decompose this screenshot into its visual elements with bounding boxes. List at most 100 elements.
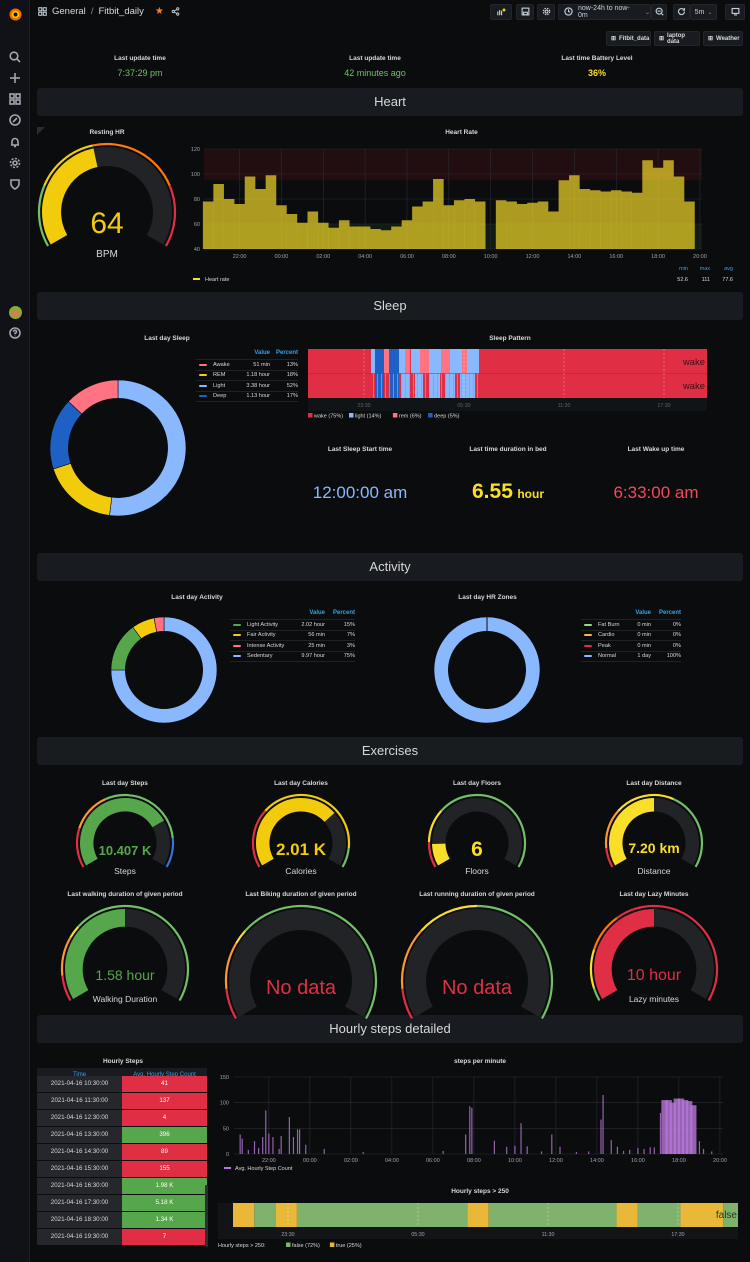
legend-header-percent[interactable]: Percent	[651, 610, 681, 616]
dashboard-settings-button[interactable]	[537, 4, 555, 20]
star-icon[interactable]: ★	[155, 6, 164, 17]
legend-swatch[interactable]	[392, 413, 398, 418]
donut-slice-deep[interactable]	[49, 401, 83, 470]
dashboard-link-laptop-data[interactable]: ⊞ laptop data	[654, 31, 700, 46]
add-panel-button[interactable]	[490, 4, 512, 20]
panel-title-resting-hr: Resting HR	[89, 129, 125, 136]
dashboard-link-fitbit-data[interactable]: ⊞ Fitbit_data	[606, 31, 651, 46]
help-icon[interactable]	[7, 325, 23, 341]
legend-swatch[interactable]	[349, 413, 354, 418]
legend-row[interactable]: Normal 1 day 100%	[581, 652, 681, 662]
table-row[interactable]: 2021-04-16 12:30:00 4	[37, 1110, 207, 1127]
table-row[interactable]: 2021-04-16 18:30:00 1.34 K	[37, 1212, 207, 1229]
legend-row[interactable]: Intense Activity 25 min 3%	[230, 641, 355, 652]
legend-header-percent[interactable]: Percent	[270, 350, 298, 356]
row-header-activity[interactable]: Activity	[37, 553, 743, 581]
legend-header-percent[interactable]: Percent	[325, 610, 355, 616]
table-row[interactable]: 2021-04-16 19:30:00 7	[37, 1229, 207, 1246]
steps-bar	[362, 1151, 364, 1154]
table-row[interactable]: 2021-04-16 10:30:00 41	[37, 1076, 207, 1093]
bell-icon[interactable]	[7, 134, 23, 150]
state-segment-false[interactable]	[637, 1203, 681, 1227]
tv-mode-button[interactable]	[725, 4, 745, 20]
row-header-exercises[interactable]: Exercises	[37, 737, 743, 765]
dashboard-link-weather[interactable]: ⊞ Weather	[703, 31, 743, 46]
legend-swatch[interactable]	[428, 413, 433, 418]
legend-row[interactable]: Awake 51 min 13%	[196, 360, 298, 371]
legend-row[interactable]: Fair Activity 56 min 7%	[230, 631, 355, 641]
gear-icon[interactable]	[7, 155, 23, 171]
heart-rate-area-segment	[433, 179, 444, 249]
grafana-logo-icon[interactable]	[6, 5, 24, 23]
breadcrumb-dashboard[interactable]: Fitbit_daily	[98, 6, 143, 17]
legend-swatch	[584, 644, 592, 647]
legend-row[interactable]: Peak 0 min 0%	[581, 641, 681, 652]
zoom-out-button[interactable]	[651, 4, 667, 20]
state-segment-true[interactable]	[467, 1203, 489, 1227]
sleep-pattern-state-timeline[interactable]: 23:3005:3011:3017:30wakewakewake (75%)li…	[305, 348, 710, 423]
compass-icon[interactable]	[7, 112, 23, 128]
time-range-picker[interactable]: now-24h to now-0m ⌄	[558, 4, 651, 20]
legend-row[interactable]: Light Activity 2.02 hour 15%	[230, 620, 355, 631]
search-icon[interactable]	[7, 49, 23, 65]
legend-label: wake (75%)	[313, 414, 343, 420]
table-row[interactable]: 2021-04-16 15:30:00 155	[37, 1161, 207, 1178]
steps-bar	[262, 1137, 264, 1154]
save-dashboard-button[interactable]	[516, 4, 534, 20]
steps-bar	[610, 1140, 612, 1154]
legend-row[interactable]: Fat Burn 0 min 0%	[581, 620, 681, 631]
breadcrumb-folder[interactable]: General	[52, 6, 86, 17]
legend-swatch[interactable]	[329, 1242, 335, 1248]
donut-slice-rem[interactable]	[52, 462, 113, 516]
refresh-button[interactable]	[673, 4, 690, 20]
legend-percent: 7%	[346, 632, 355, 639]
legend-row[interactable]: Light 3.38 hour 52%	[196, 381, 298, 392]
heart-rate-area-segment	[370, 229, 381, 249]
legend-row[interactable]: Cardio 0 min 0%	[581, 631, 681, 641]
heart-rate-area-segment	[412, 206, 423, 249]
table-row[interactable]: 2021-04-16 17:30:00 5.18 K	[37, 1195, 207, 1212]
state-segment	[441, 349, 450, 374]
table-row[interactable]: 2021-04-16 14:30:00 89	[37, 1144, 207, 1161]
donut-slice-normal[interactable]	[433, 616, 541, 724]
steps-bar	[258, 1147, 260, 1154]
legend-swatch[interactable]	[286, 1242, 291, 1248]
table-scrollbar[interactable]	[205, 1185, 208, 1247]
refresh-interval-picker[interactable]: 5m ⌄	[690, 4, 717, 20]
threshold-band	[204, 149, 702, 181]
table-row[interactable]: 2021-04-16 13:30:00 396	[37, 1127, 207, 1144]
heart-rate-area-segment	[297, 222, 308, 249]
legend-row[interactable]: REM 1.18 hour 18%	[196, 371, 298, 381]
legend-swatch[interactable]	[308, 413, 313, 418]
table-row[interactable]: 2021-04-16 16:30:00 1.98 K	[37, 1178, 207, 1195]
state-segment-false[interactable]	[254, 1203, 276, 1227]
heart-rate-area-segment	[202, 201, 214, 249]
legend-row[interactable]: Sedentary 9.97 hour 75%	[230, 652, 355, 662]
row-header-sleep[interactable]: Sleep	[37, 292, 743, 320]
legend-header-value[interactable]: Value	[230, 350, 270, 356]
plus-icon[interactable]	[7, 70, 23, 86]
heart-rate-chart[interactable]: 40 60 80 100 120 22:00 00:00 02:00 04:00 06:00 08:…	[180, 140, 745, 290]
x-tick-label: 18:00	[651, 254, 665, 260]
donut-slice-light-activity[interactable]	[110, 626, 142, 671]
legend-header-value[interactable]: Value	[623, 610, 651, 616]
gauge-title: Last day Lazy Minutes	[619, 891, 689, 898]
hourly-steps-state-timeline[interactable]: 23:30 05:30 11:30 17:30 false Hourly steps > …	[218, 1200, 738, 1262]
legend-row[interactable]: Deep 1.13 hour 17%	[196, 392, 298, 402]
avatar[interactable]	[7, 304, 23, 320]
dashboard-link-label: Fitbit_data	[619, 35, 650, 42]
share-icon[interactable]	[171, 7, 180, 16]
dashboards-icon[interactable]	[7, 91, 23, 107]
state-segment-false[interactable]	[488, 1203, 617, 1227]
table-row[interactable]: 2021-04-16 11:30:00 137	[37, 1093, 207, 1110]
time-range-label: now-24h to now-0m	[578, 5, 630, 19]
legend-header-value[interactable]: Value	[289, 610, 325, 616]
row-header-heart[interactable]: Heart	[37, 88, 743, 116]
state-segment-true[interactable]	[275, 1203, 297, 1227]
state-segment-true[interactable]	[616, 1203, 638, 1227]
steps-per-minute-chart[interactable]: 0 50 100 150 22:00 00:00 02:00 04:00 06:00 08:00 1…	[212, 1068, 747, 1178]
state-segment-false[interactable]	[296, 1203, 468, 1227]
donut-slice-light[interactable]	[109, 379, 187, 517]
state-segment-true[interactable]	[233, 1203, 255, 1227]
shield-icon[interactable]	[7, 176, 23, 192]
